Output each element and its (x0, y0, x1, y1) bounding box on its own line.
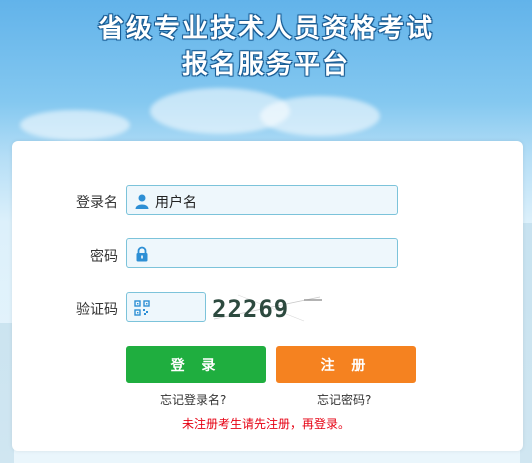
captcha-text: 22269 (212, 295, 289, 323)
qrcode-icon (134, 300, 150, 316)
user-icon (135, 194, 149, 209)
captcha-label: 验证码 (76, 302, 118, 318)
background-cloud (20, 110, 130, 140)
captcha-field[interactable] (126, 292, 206, 322)
password-field[interactable] (126, 238, 398, 268)
login-button[interactable]: 登 录 (126, 346, 266, 383)
lock-icon (136, 246, 148, 262)
username-label: 登录名 (76, 195, 118, 211)
register-button[interactable]: 注 册 (276, 346, 416, 383)
password-label: 密码 (90, 249, 118, 265)
forgot-username-link[interactable]: 忘记登录名? (160, 391, 226, 408)
username-field[interactable]: 用户名 (126, 185, 398, 215)
register-notice: 未注册考生请先注册，再登录。 (181, 417, 350, 431)
captcha-image[interactable]: 22269 (208, 291, 326, 325)
username-value: 用户名 (155, 195, 197, 211)
page-title-line1: 省级专业技术人员资格考试 (97, 14, 434, 44)
page-title-line2: 报名服务平台 (181, 50, 350, 80)
forgot-password-link[interactable]: 忘记密码? (317, 391, 371, 408)
background-cloud (260, 96, 380, 136)
